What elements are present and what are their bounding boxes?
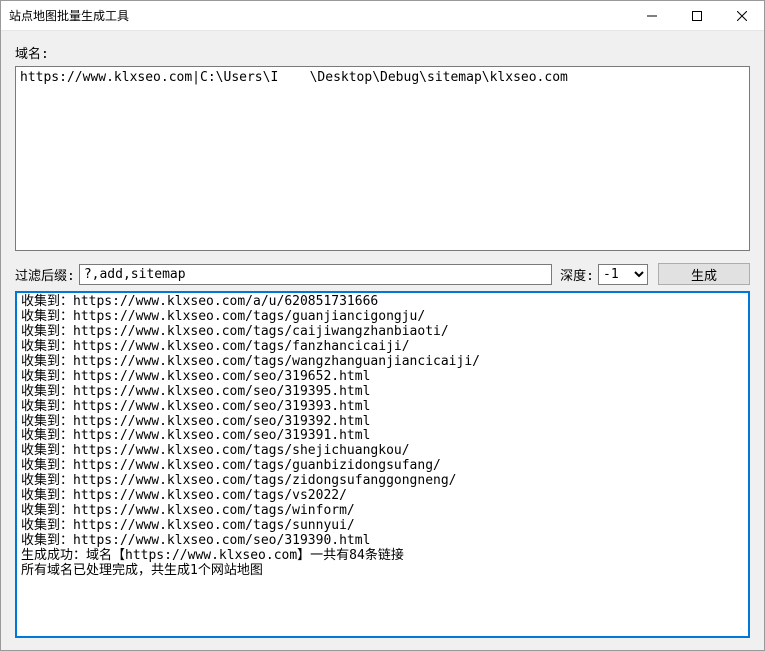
depth-select[interactable]: -1: [598, 264, 648, 285]
filter-suffix-input[interactable]: [79, 264, 552, 285]
minimize-button[interactable]: [629, 1, 674, 30]
close-icon: [737, 11, 747, 21]
domain-input[interactable]: [15, 66, 750, 251]
filter-suffix-label: 过滤后缀:: [15, 265, 75, 284]
log-output[interactable]: 收集到：https://www.klxseo.com/a/u/620851731…: [15, 291, 750, 638]
minimize-icon: [647, 11, 657, 21]
app-window: 站点地图批量生成工具 域名: 过滤后缀: 深度: -1 生成 收集到：https…: [0, 0, 765, 651]
titlebar-buttons: [629, 1, 764, 30]
titlebar: 站点地图批量生成工具: [1, 1, 764, 31]
content-area: 域名: 过滤后缀: 深度: -1 生成 收集到：https://www.klxs…: [1, 31, 764, 650]
maximize-icon: [692, 11, 702, 21]
close-button[interactable]: [719, 1, 764, 30]
maximize-button[interactable]: [674, 1, 719, 30]
filter-row: 过滤后缀: 深度: -1 生成: [15, 263, 750, 285]
depth-label: 深度:: [560, 265, 594, 284]
domain-label: 域名:: [15, 43, 750, 62]
window-title: 站点地图批量生成工具: [9, 7, 129, 24]
generate-button[interactable]: 生成: [658, 263, 750, 285]
